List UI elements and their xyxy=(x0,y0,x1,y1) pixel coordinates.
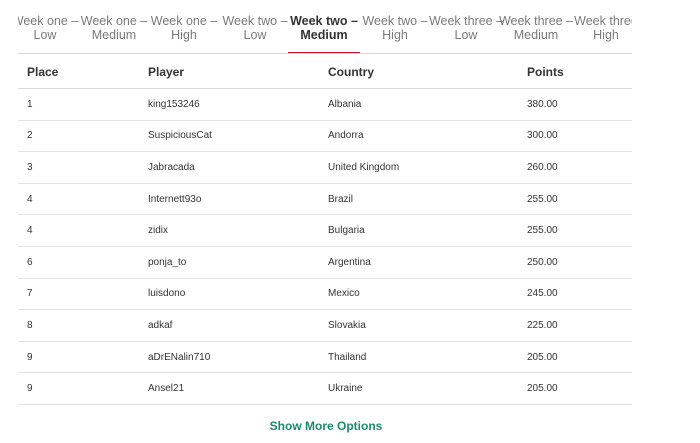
cell-points: 250.00 xyxy=(527,246,632,279)
tab-bar: Week one – Low Week one – Medium Week on… xyxy=(18,0,632,54)
leaderboard-table: Place Player Country Points 1 king153246… xyxy=(18,55,632,405)
tab-week-three-high[interactable]: Week three High xyxy=(569,0,632,53)
cell-points: 380.00 xyxy=(527,88,632,121)
cell-country: Andorra xyxy=(328,120,527,153)
cell-points: 245.00 xyxy=(527,278,632,311)
cell-points: 260.00 xyxy=(527,151,632,184)
header-place: Place xyxy=(18,55,148,89)
table-row: 2 SuspiciousCat Andorra 300.00 xyxy=(18,120,632,153)
cell-place: 1 xyxy=(18,88,148,121)
tab-label-level: High xyxy=(382,28,408,42)
cell-player: Ansel21 xyxy=(148,372,328,405)
cell-place: 2 xyxy=(18,120,148,153)
cell-player: SuspiciousCat xyxy=(148,120,328,153)
table-row: 8 adkaf Slovakia 225.00 xyxy=(18,309,632,342)
tab-label-level: High xyxy=(593,28,619,42)
cell-place: 8 xyxy=(18,309,148,342)
cell-player: ponja_to xyxy=(148,246,328,279)
cell-player: Jabracada xyxy=(148,151,328,184)
cell-country: Thailand xyxy=(328,341,527,374)
tab-label-level: Low xyxy=(454,28,478,42)
cell-country: Brazil xyxy=(328,183,527,216)
cell-country: Slovakia xyxy=(328,309,527,342)
table-row: 1 king153246 Albania 380.00 xyxy=(18,88,632,121)
cell-points: 255.00 xyxy=(527,183,632,216)
cell-place: 6 xyxy=(18,246,148,279)
header-player: Player xyxy=(148,55,328,89)
cell-country: Mexico xyxy=(328,278,527,311)
tab-label-level: Medium xyxy=(91,28,137,42)
cell-points: 205.00 xyxy=(527,341,632,374)
cell-points: 205.00 xyxy=(527,372,632,405)
table-row: 6 ponja_to Argentina 250.00 xyxy=(18,246,632,279)
table-header-row: Place Player Country Points xyxy=(18,55,632,89)
cell-points: 300.00 xyxy=(527,120,632,153)
cell-points: 225.00 xyxy=(527,309,632,342)
cell-player: luisdono xyxy=(148,278,328,311)
table-row: 3 Jabracada United Kingdom 260.00 xyxy=(18,151,632,184)
show-more-options-link[interactable]: Show More Options xyxy=(0,419,652,433)
cell-place: 4 xyxy=(18,214,148,247)
cell-country: United Kingdom xyxy=(328,151,527,184)
header-country: Country xyxy=(328,55,527,89)
tab-label-level: Medium xyxy=(513,28,559,42)
cell-place: 7 xyxy=(18,278,148,311)
cell-player: Internett93o xyxy=(148,183,328,216)
header-points: Points xyxy=(527,55,632,89)
table-row: 9 Ansel21 Ukraine 205.00 xyxy=(18,372,632,405)
cell-player: zidix xyxy=(148,214,328,247)
cell-player: king153246 xyxy=(148,88,328,121)
tab-label-level: High xyxy=(171,28,197,42)
tab-label-level: Low xyxy=(243,28,267,42)
cell-points: 255.00 xyxy=(527,214,632,247)
tab-label-week: Week three xyxy=(574,14,632,28)
cell-place: 4 xyxy=(18,183,148,216)
cell-place: 3 xyxy=(18,151,148,184)
cell-country: Argentina xyxy=(328,246,527,279)
cell-player: adkaf xyxy=(148,309,328,342)
cell-place: 9 xyxy=(18,372,148,405)
cell-country: Ukraine xyxy=(328,372,527,405)
table-row: 9 aDrENalin710 Thailand 205.00 xyxy=(18,341,632,374)
tab-label-level: Medium xyxy=(300,28,348,42)
cell-place: 9 xyxy=(18,341,148,374)
cell-country: Albania xyxy=(328,88,527,121)
table-row: 4 zidix Bulgaria 255.00 xyxy=(18,214,632,247)
table-row: 4 Internett93o Brazil 255.00 xyxy=(18,183,632,216)
table-row: 7 luisdono Mexico 245.00 xyxy=(18,278,632,311)
cell-player: aDrENalin710 xyxy=(148,341,328,374)
cell-country: Bulgaria xyxy=(328,214,527,247)
tab-label-level: Low xyxy=(33,28,57,42)
